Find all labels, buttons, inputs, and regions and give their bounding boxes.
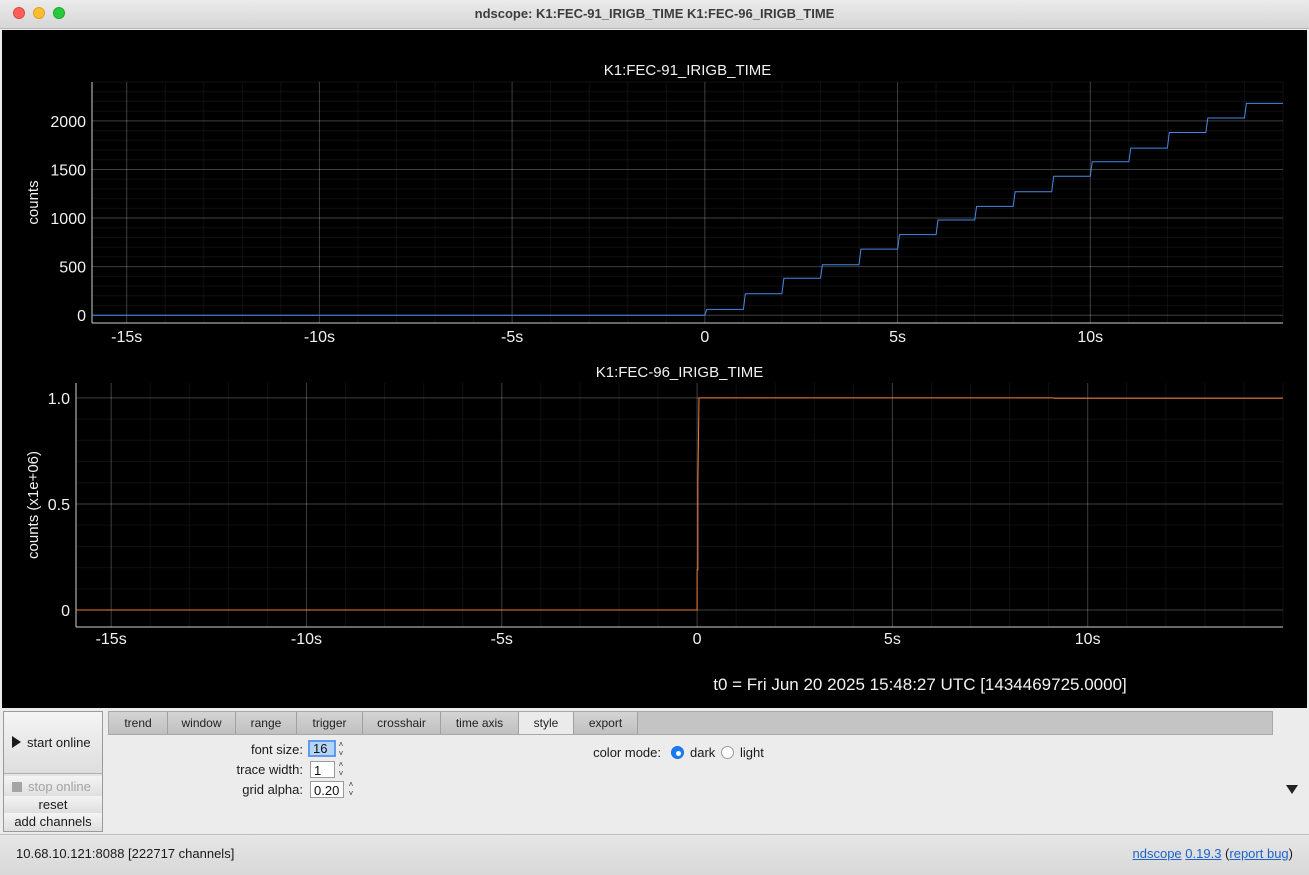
y-tick-label: 1000 <box>50 211 86 228</box>
tab-range[interactable]: range <box>236 712 297 734</box>
trace-width-input[interactable]: 1 <box>310 761 335 778</box>
plot-fec-91[interactable]: K1:FEC-91_IRIGB_TIMEcounts -15s -10s -5s 0 5s… <box>25 62 1284 346</box>
color-mode-light-label: light <box>740 745 764 760</box>
grid-alpha-stepper[interactable]: ˄ ˅ <box>346 780 356 798</box>
font-size-input[interactable]: 16 <box>308 740 336 757</box>
color-mode-dark-radio[interactable] <box>671 746 684 759</box>
grid-alpha-label: grid alpha: <box>242 782 303 797</box>
x-tick-label: 5s <box>889 329 906 346</box>
x-tick-label: -15s <box>96 631 127 648</box>
x-tick-label: 10s <box>1075 631 1101 648</box>
color-mode-light-radio[interactable] <box>721 746 734 759</box>
acquisition-buttons: start online stop online reset add chann… <box>3 711 103 832</box>
x-tick-label: -10s <box>291 631 322 648</box>
y-tick-label: 2000 <box>50 114 86 131</box>
plot-fec-96[interactable]: K1:FEC-96_IRIGB_TIMEcounts (x1e+06) -15s -… <box>25 364 1284 648</box>
tab-trend[interactable]: trend <box>109 712 168 734</box>
collapse-panel-chevron-down-icon[interactable] <box>1286 785 1298 794</box>
tab-trigger[interactable]: trigger <box>297 712 363 734</box>
start-online-button[interactable]: start online <box>4 712 102 774</box>
plot-area[interactable]: K1:FEC-91_IRIGB_TIMEcounts -15s -10s -5s 0 5s… <box>2 30 1307 708</box>
x-tick-label: 5s <box>884 631 901 648</box>
y-tick-label: 0.5 <box>48 497 70 514</box>
grid-alpha-input[interactable]: 0.20 <box>310 781 344 798</box>
report-bug-link[interactable]: report bug <box>1229 846 1288 861</box>
window-titlebar: ndscope: K1:FEC-91_IRIGB_TIME K1:FEC-96_… <box>0 0 1309 29</box>
x-tick-label: -15s <box>111 329 142 346</box>
tab-crosshair[interactable]: crosshair <box>363 712 441 734</box>
tab-window[interactable]: window <box>168 712 236 734</box>
y-axis-label: counts (x1e+06) <box>25 451 42 559</box>
y-axis-label: counts <box>25 180 42 224</box>
server-status: 10.68.10.121:8088 [222717 channels] <box>16 846 235 861</box>
status-bar: 10.68.10.121:8088 [222717 channels] ndsc… <box>0 834 1309 875</box>
plot-title: K1:FEC-96_IRIGB_TIME <box>596 364 764 381</box>
start-online-label: start online <box>27 735 91 750</box>
color-mode-label: color mode: <box>593 745 661 760</box>
paren-close: ) <box>1288 846 1293 861</box>
color-mode-dark-label: dark <box>690 745 716 760</box>
x-tick-label: -5s <box>501 329 523 346</box>
reset-button[interactable]: reset <box>4 796 102 814</box>
trace-width-label: trace width: <box>236 762 303 777</box>
tab-export[interactable]: export <box>574 712 638 734</box>
app-info: ndscope 0.19.3 (report bug) <box>1133 846 1294 861</box>
control-panel: start online stop online reset add chann… <box>0 709 1309 833</box>
stop-online-button: stop online <box>4 776 102 798</box>
series-line <box>92 102 1283 316</box>
y-tick-label: 0 <box>61 603 70 620</box>
x-tick-label: 0 <box>700 329 709 346</box>
plot-title: K1:FEC-91_IRIGB_TIME <box>604 62 772 79</box>
play-icon <box>12 736 21 748</box>
x-tick-label: 0 <box>693 631 702 648</box>
y-tick-label: 1.0 <box>48 391 70 408</box>
window-title: ndscope: K1:FEC-91_IRIGB_TIME K1:FEC-96_… <box>474 6 835 21</box>
font-size-stepper[interactable]: ˄ ˅ <box>336 740 346 758</box>
add-channels-button[interactable]: add channels <box>4 813 102 831</box>
x-tick-label: -5s <box>491 631 513 648</box>
tab-style[interactable]: style <box>519 712 574 734</box>
font-size-label: font size: <box>250 742 303 757</box>
stop-online-label: stop online <box>28 779 91 794</box>
stop-icon <box>12 782 22 792</box>
t0-label: t0 = Fri Jun 20 2025 15:48:27 UTC [14344… <box>713 675 1127 694</box>
y-tick-label: 1500 <box>50 162 86 179</box>
y-tick-label: 0 <box>77 308 86 325</box>
y-tick-label: 500 <box>59 260 86 277</box>
settings-tabs: trend window range trigger crosshair tim… <box>108 711 1273 735</box>
plots-canvas[interactable]: K1:FEC-91_IRIGB_TIMEcounts -15s -10s -5s 0 5s… <box>2 30 1307 708</box>
tab-time-axis[interactable]: time axis <box>441 712 519 734</box>
x-tick-label: -10s <box>304 329 335 346</box>
version-link[interactable]: 0.19.3 <box>1185 846 1221 861</box>
ndscope-link[interactable]: ndscope <box>1133 846 1182 861</box>
x-tick-label: 10s <box>1077 329 1103 346</box>
trace-width-stepper[interactable]: ˄ ˅ <box>336 760 346 778</box>
